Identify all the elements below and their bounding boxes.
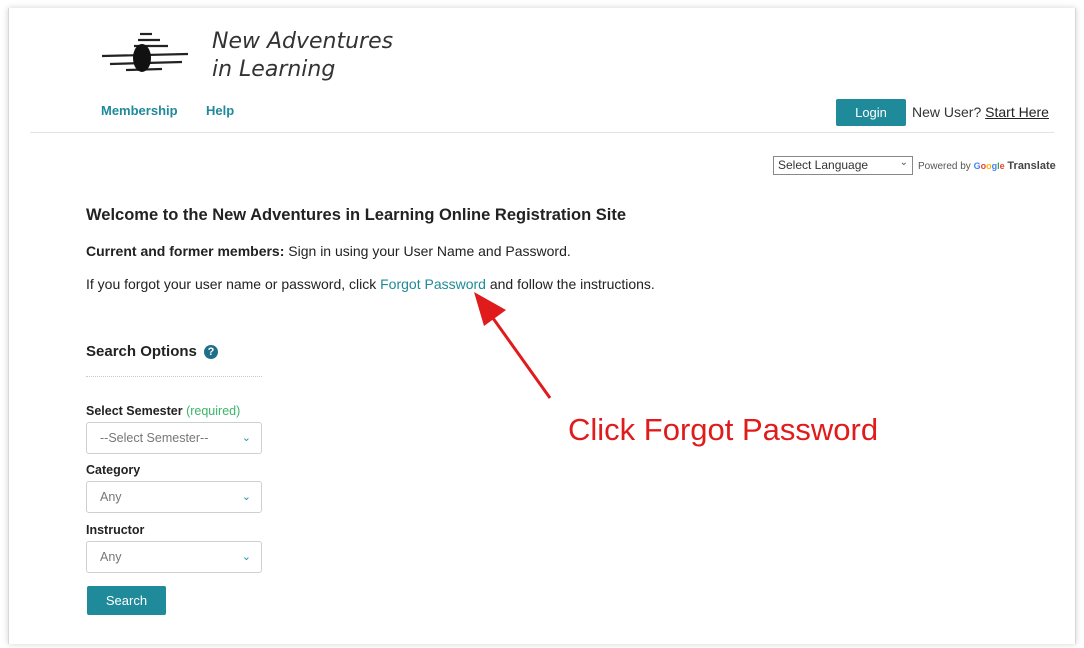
category-select-value: Any (100, 490, 122, 504)
divider (86, 376, 262, 377)
semester-label: Select Semester (required) (86, 404, 240, 418)
new-user-text: New User? Start Here (912, 104, 1049, 120)
nav-membership[interactable]: Membership (101, 103, 178, 118)
members-text: Sign in using your User Name and Passwor… (288, 243, 571, 259)
instructor-select[interactable]: Any ⌄ (86, 541, 262, 573)
chevron-down-icon: ⌄ (241, 432, 251, 444)
search-options-title: Search Options ? (86, 343, 219, 360)
instructor-label: Instructor (86, 523, 145, 537)
logo-icon (101, 32, 189, 72)
instructor-select-value: Any (100, 550, 122, 564)
annotation-text: Click Forgot Password (568, 412, 879, 447)
required-label: (required) (186, 404, 241, 418)
members-bold-label: Current and former members: (86, 243, 285, 259)
nav-help[interactable]: Help (206, 103, 234, 118)
powered-by-google: Powered by Google Translate (918, 160, 1056, 172)
semester-select[interactable]: --Select Semester-- ⌄ (86, 422, 262, 454)
semester-select-value: --Select Semester-- (100, 431, 209, 445)
chevron-down-icon: ⌄ (241, 491, 251, 503)
logo-text: New Adventures in Learning (212, 28, 393, 84)
category-select[interactable]: Any ⌄ (86, 481, 262, 513)
google-logo: Google (973, 161, 1005, 171)
category-label: Category (86, 463, 141, 477)
login-button[interactable]: Login (836, 99, 906, 126)
language-select-value: Select Language (778, 158, 869, 172)
chevron-down-icon: ⌄ (241, 551, 251, 563)
search-button[interactable]: Search (87, 586, 166, 615)
powered-by-text: Powered by (918, 161, 971, 172)
semester-label-text: Select Semester (86, 404, 183, 418)
search-options-label: Search Options (86, 343, 197, 360)
chevron-down-icon: ⌄ (899, 157, 908, 168)
forgot-prefix: If you forgot your user name or password… (86, 276, 377, 292)
help-icon[interactable]: ? (204, 345, 219, 359)
start-here-link[interactable]: Start Here (985, 104, 1049, 120)
logo-line-1: New Adventures (212, 29, 394, 54)
translate-link[interactable]: Translate (1007, 160, 1055, 172)
language-select[interactable]: Select Language ⌄ (773, 156, 913, 175)
page-title: Welcome to the New Adventures in Learnin… (86, 206, 627, 224)
members-instructions: Current and former members: Sign in usin… (86, 243, 571, 259)
new-user-label: New User? (912, 104, 982, 120)
logo-line-2: in Learning (212, 57, 336, 82)
header-divider (30, 132, 1054, 133)
annotation-arrow-icon (474, 292, 552, 399)
